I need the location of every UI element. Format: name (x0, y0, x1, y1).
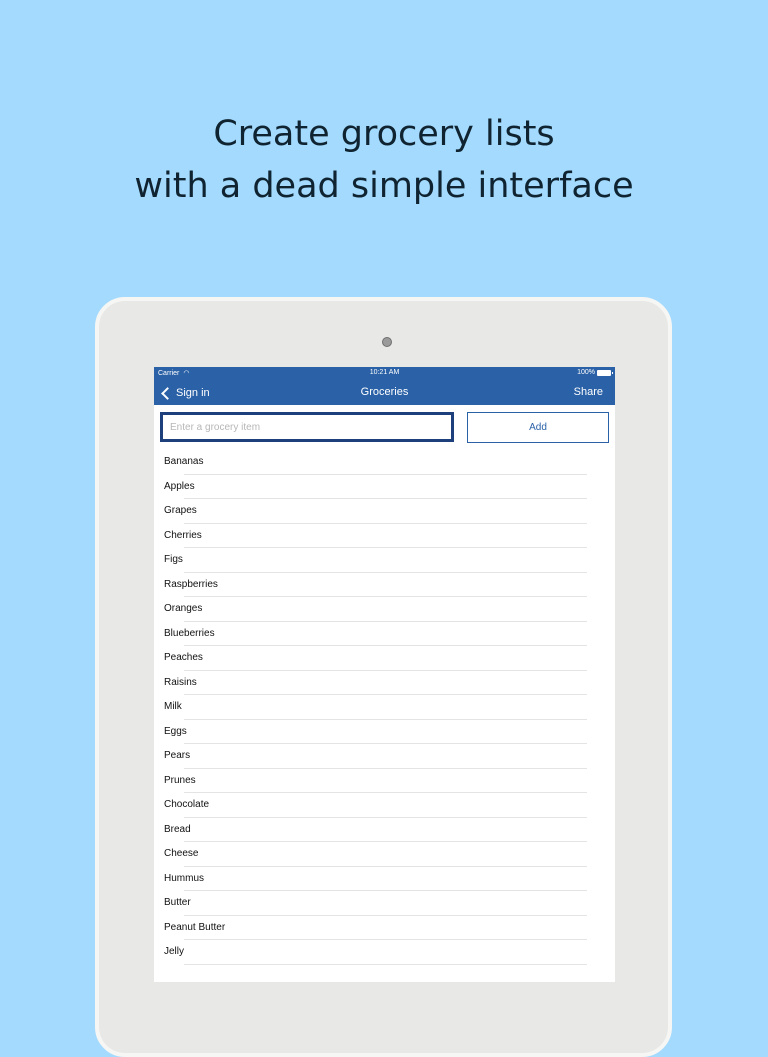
list-item[interactable]: Milk (154, 695, 615, 720)
list-item[interactable]: Cherries (154, 524, 615, 549)
status-time: 10:21 AM (369, 369, 400, 376)
battery-percent: 100% (577, 369, 595, 376)
list-item[interactable]: Oranges (154, 597, 615, 622)
status-bar: Carrier ◠ 10:21 AM 100% (154, 367, 615, 379)
list-item[interactable]: Blueberries (154, 622, 615, 647)
list-item[interactable]: Chocolate (154, 793, 615, 818)
list-item[interactable]: Bread (154, 818, 615, 843)
list-item[interactable]: Bananas (154, 450, 615, 475)
list-item[interactable]: Peanut Butter (154, 916, 615, 941)
navigation-bar: Carrier ◠ 10:21 AM 100% Sign in Grocerie… (154, 367, 615, 405)
list-item[interactable]: Raspberries (154, 573, 615, 598)
list-item[interactable]: Figs (154, 548, 615, 573)
battery-status: 100% (577, 369, 613, 376)
headline-line-1: Create grocery lists (213, 114, 555, 154)
list-item[interactable]: Jelly (154, 940, 615, 965)
headline-line-2: with a dead simple interface (134, 166, 634, 206)
list-item[interactable]: Cheese (154, 842, 615, 867)
add-button[interactable]: Add (467, 412, 609, 443)
list-item[interactable]: Eggs (154, 720, 615, 745)
camera (382, 337, 392, 347)
list-item[interactable]: Prunes (154, 769, 615, 794)
battery-icon (597, 369, 613, 376)
list-item[interactable]: Hummus (154, 867, 615, 892)
tablet-frame: Carrier ◠ 10:21 AM 100% Sign in Grocerie… (95, 297, 672, 1057)
list-item[interactable]: Apples (154, 475, 615, 500)
list-item[interactable]: Butter (154, 891, 615, 916)
add-item-row: Add (160, 412, 609, 443)
app-screen: Carrier ◠ 10:21 AM 100% Sign in Grocerie… (154, 367, 615, 982)
list-item[interactable]: Grapes (154, 499, 615, 524)
nav-title: Groceries (360, 386, 409, 398)
grocery-item-input[interactable] (160, 412, 454, 442)
headline: Create grocery lists with a dead simple … (0, 108, 768, 212)
share-button[interactable]: Share (574, 386, 603, 398)
grocery-list: Bananas Apples Grapes Cherries Figs Raspberri… (154, 450, 615, 965)
list-item[interactable]: Pears (154, 744, 615, 769)
list-item[interactable]: Peaches (154, 646, 615, 671)
list-item[interactable]: Raisins (154, 671, 615, 696)
